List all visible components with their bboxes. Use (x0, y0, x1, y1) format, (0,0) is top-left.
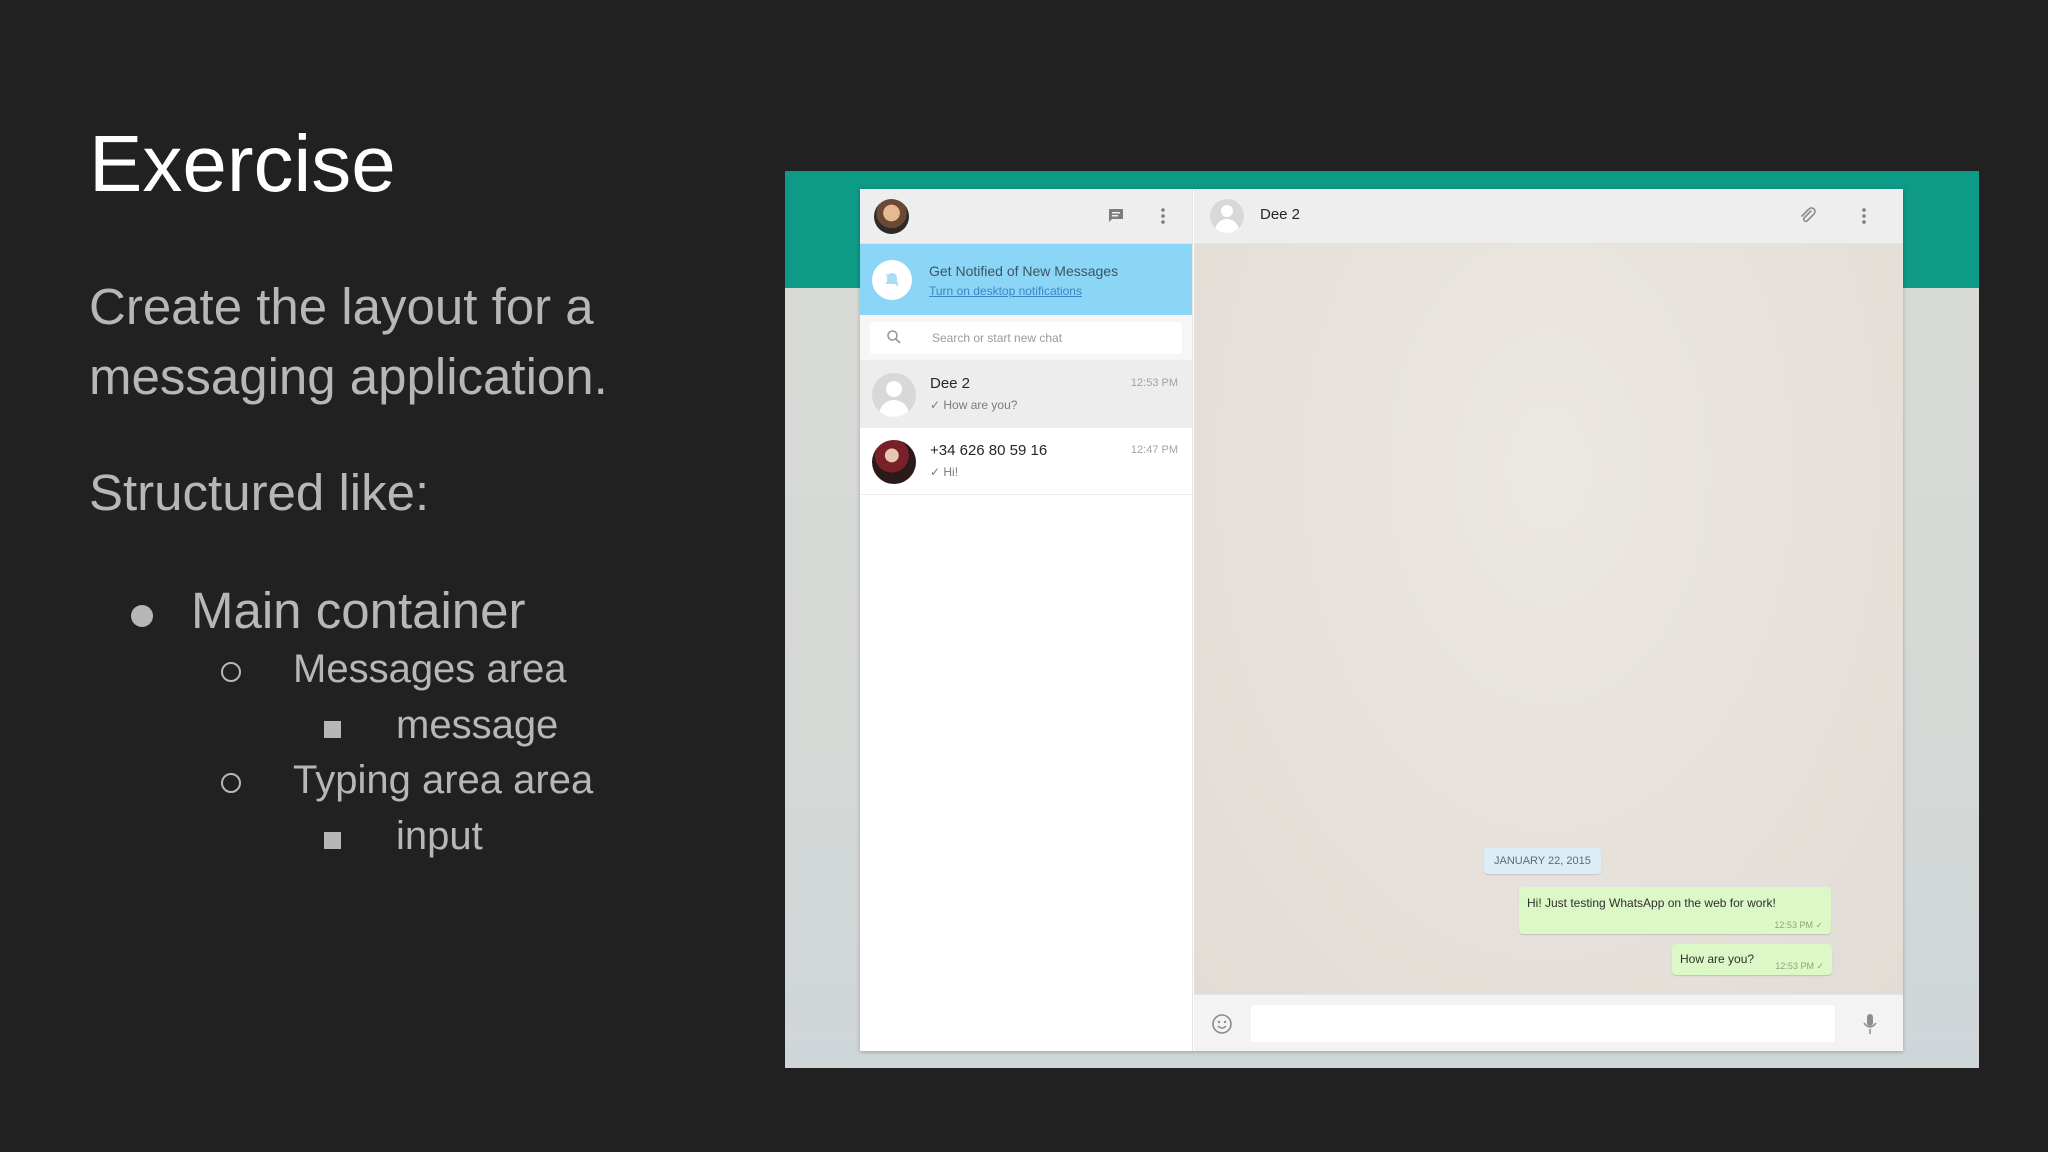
structured-like-label: Structured like: (89, 464, 430, 521)
chat-time: 12:53 PM (1130, 377, 1178, 389)
message-text: How are you? (1680, 952, 1755, 966)
hollow-bullet-icon (221, 773, 241, 793)
slide-body: Create the layout for a messaging applic… (89, 272, 649, 858)
square-bullet-icon (324, 721, 341, 738)
outline-message-text: message (396, 703, 559, 747)
menu-icon[interactable] (1151, 204, 1175, 228)
date-divider: JANUARY 22, 2015 (1484, 848, 1601, 874)
square-bullet-icon (324, 832, 341, 849)
chat-preview: ✓ Hi! (930, 465, 959, 479)
chat-sidebar: Get Notified of New Messages Turn on des… (860, 189, 1193, 1051)
messages-area: JANUARY 22, 2015 Hi! Just testing WhatsA… (1194, 244, 1903, 994)
notification-banner[interactable]: Get Notified of New Messages Turn on des… (860, 244, 1192, 315)
outgoing-message: How are you? 12:53 PM ✓ (1672, 944, 1832, 975)
chat-preview: ✓ How are you? (930, 398, 1018, 412)
outline-input: input (324, 814, 483, 859)
outline-message: message (324, 703, 559, 748)
search-icon (886, 329, 902, 350)
emoji-icon[interactable] (1210, 1012, 1234, 1036)
hollow-bullet-icon (221, 662, 241, 682)
chat-name: Dee 2 (930, 375, 971, 392)
outline-typing-text: Typing area area (293, 758, 594, 802)
contact-avatar (872, 373, 916, 417)
sidebar-header (860, 189, 1192, 244)
microphone-icon[interactable] (1858, 1012, 1882, 1036)
contact-avatar[interactable] (1210, 199, 1244, 233)
user-avatar[interactable] (874, 199, 909, 234)
notification-title: Get Notified of New Messages (929, 263, 1119, 279)
paperclip-icon[interactable] (1796, 204, 1820, 228)
outline-main-container: Main container (131, 581, 526, 640)
outline-messages-text: Messages area (293, 647, 567, 691)
whatsapp-web-app: Get Notified of New Messages Turn on des… (860, 189, 1903, 1051)
search-bar (860, 315, 1192, 361)
menu-icon[interactable] (1852, 204, 1876, 228)
new-chat-icon[interactable] (1104, 204, 1128, 228)
chat-list-item[interactable]: Dee 2 12:53 PM ✓ How are you? (860, 361, 1192, 428)
contact-avatar (872, 440, 916, 484)
chat-time: 12:47 PM (1130, 444, 1178, 456)
conversation-header[interactable]: Dee 2 (1194, 189, 1903, 244)
whatsapp-screenshot: Get Notified of New Messages Turn on des… (785, 171, 1979, 1068)
message-time: 12:53 PM ✓ (1775, 961, 1824, 971)
outgoing-message: Hi! Just testing WhatsApp on the web for… (1519, 887, 1831, 934)
slide-title: Exercise (89, 119, 396, 208)
bell-off-icon (872, 260, 912, 300)
search-box (870, 322, 1182, 354)
chat-list-item[interactable]: +34 626 80 59 16 12:47 PM ✓ Hi! (860, 428, 1192, 495)
filled-bullet-icon (131, 605, 153, 627)
message-time: 12:53 PM ✓ (1774, 920, 1823, 930)
conversation-pane: Dee 2 JANUARY 22, 2015 Hi! Just testing … (1194, 189, 1903, 1051)
contact-name: Dee 2 (1260, 206, 1301, 223)
search-input[interactable] (932, 322, 1172, 354)
typing-area (1194, 994, 1903, 1051)
enable-notifications-link[interactable]: Turn on desktop notifications (929, 284, 1082, 298)
outline-messages-area: Messages area (221, 647, 567, 692)
message-input[interactable] (1251, 1005, 1835, 1042)
chat-name: +34 626 80 59 16 (930, 442, 1048, 459)
outline-main-text: Main container (191, 582, 526, 639)
outline-input-text: input (396, 814, 483, 858)
intro-paragraph: Create the layout for a messaging applic… (89, 278, 608, 405)
outline-typing-area: Typing area area (221, 758, 594, 803)
message-text: Hi! Just testing WhatsApp on the web for… (1527, 896, 1776, 910)
